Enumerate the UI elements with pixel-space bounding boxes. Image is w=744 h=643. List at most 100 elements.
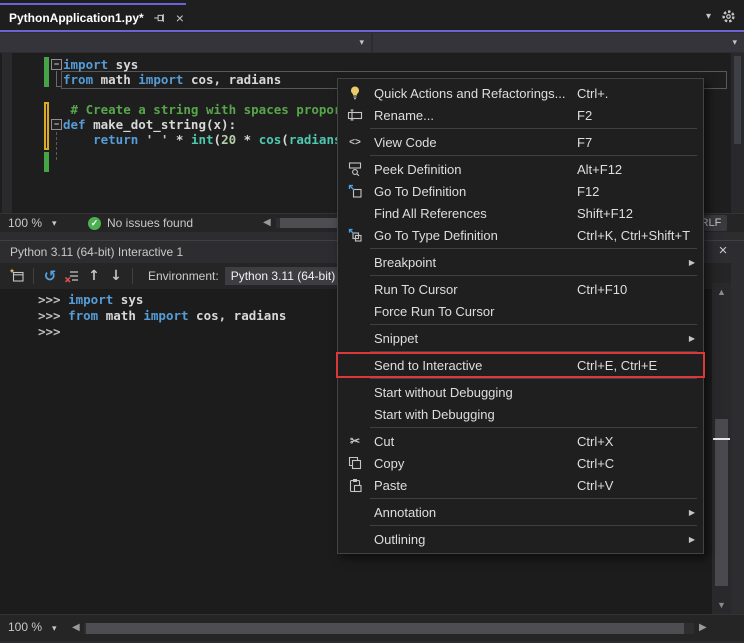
repl-horizontal-scrollbar[interactable] bbox=[84, 623, 694, 634]
menu-item-label: Copy bbox=[368, 456, 577, 471]
menu-item-rename[interactable]: Rename...F2 bbox=[338, 104, 703, 126]
indent-guide bbox=[56, 132, 57, 160]
reset-repl-icon[interactable]: ↺ bbox=[39, 266, 61, 286]
menu-item-copy[interactable]: CopyCtrl+C bbox=[338, 452, 703, 474]
chevron-down-icon: ▾ bbox=[359, 37, 364, 48]
scroll-right-icon[interactable]: ▶ bbox=[699, 622, 707, 633]
menu-item-label: Quick Actions and Refactorings... bbox=[368, 86, 577, 101]
menu-item-shortcut: Ctrl+K, Ctrl+Shift+T bbox=[577, 228, 697, 243]
window-list-chevron-icon[interactable]: ▾ bbox=[706, 11, 711, 22]
zoom-chevron-icon[interactable]: ▾ bbox=[52, 218, 57, 229]
history-previous-icon[interactable]: ↑ bbox=[83, 266, 105, 286]
submenu-arrow-icon: ▶ bbox=[689, 535, 695, 544]
editor-zoom-level[interactable]: 100 % bbox=[8, 216, 42, 230]
scroll-up-icon[interactable]: ▲ bbox=[712, 287, 731, 297]
menu-item-quick-actions-and-refactorings[interactable]: Quick Actions and Refactorings...Ctrl+. bbox=[338, 82, 703, 104]
menu-item-go-to-type-definition[interactable]: Go To Type DefinitionCtrl+K, Ctrl+Shift+… bbox=[338, 224, 703, 246]
menu-item-label: Start with Debugging bbox=[368, 407, 577, 422]
peek-definition-icon bbox=[342, 158, 368, 180]
menu-separator bbox=[370, 275, 697, 276]
gear-icon[interactable] bbox=[721, 9, 736, 24]
nav-member-dropdown[interactable]: ▾ bbox=[373, 33, 744, 52]
menu-item-annotation[interactable]: Annotation ▶ bbox=[338, 501, 703, 523]
menu-item-label: Send to Interactive bbox=[368, 358, 577, 373]
zoom-chevron-icon[interactable]: ▾ bbox=[52, 623, 57, 634]
new-interactive-window-icon[interactable] bbox=[6, 266, 28, 286]
scrollbar-thumb[interactable] bbox=[734, 56, 741, 144]
repl-prompt: >>> bbox=[38, 292, 68, 307]
menu-item-label: View Code bbox=[368, 135, 577, 150]
tab-pythonapplication1[interactable]: PythonApplication1.py* × bbox=[0, 3, 186, 30]
menu-separator bbox=[370, 128, 697, 129]
change-bar-saved bbox=[44, 152, 49, 172]
repl-vertical-scrollbar[interactable]: ▲ ▼ bbox=[712, 283, 731, 614]
menu-icon-placeholder bbox=[342, 381, 368, 403]
menu-item-go-to-definition[interactable]: Go To DefinitionF12 bbox=[338, 180, 703, 202]
scroll-left-icon[interactable]: ◀ bbox=[263, 217, 271, 228]
submenu-arrow-icon: ▶ bbox=[689, 258, 695, 267]
menu-item-cut[interactable]: ✂CutCtrl+X bbox=[338, 430, 703, 452]
menu-separator bbox=[370, 525, 697, 526]
menu-item-paste[interactable]: PasteCtrl+V bbox=[338, 474, 703, 496]
menu-icon-placeholder bbox=[342, 327, 368, 349]
menu-item-snippet[interactable]: Snippet▶ bbox=[338, 327, 703, 349]
menu-item-shortcut: Ctrl+F10 bbox=[577, 282, 697, 297]
scroll-left-icon[interactable]: ◀ bbox=[72, 622, 80, 633]
menu-item-shortcut: Ctrl+C bbox=[577, 456, 697, 471]
fold-collapse-icon[interactable]: − bbox=[51, 119, 62, 130]
menu-item-label: Outlining bbox=[368, 532, 577, 547]
editor-vertical-scrollbar[interactable] bbox=[731, 53, 744, 213]
menu-item-label: Force Run To Cursor bbox=[368, 304, 577, 319]
menu-item-breakpoint[interactable]: Breakpoint▶ bbox=[338, 251, 703, 273]
breakpoint-margin[interactable] bbox=[2, 53, 12, 213]
menu-item-label: Start without Debugging bbox=[368, 385, 577, 400]
context-menu-items: Quick Actions and Refactorings...Ctrl+.R… bbox=[337, 78, 704, 554]
menu-item-start-without-debugging[interactable]: Start without Debugging bbox=[338, 381, 703, 403]
menu-item-shortcut: Alt+F12 bbox=[577, 162, 697, 177]
menu-item-outlining[interactable]: Outlining ▶ bbox=[338, 528, 703, 550]
submenu-arrow-icon: ▶ bbox=[689, 334, 695, 343]
tab-close-icon[interactable]: × bbox=[174, 10, 186, 26]
clear-screen-icon[interactable] bbox=[61, 266, 83, 286]
pane-close-icon[interactable]: × bbox=[714, 242, 732, 259]
menu-item-label: Paste bbox=[368, 478, 577, 493]
menu-separator bbox=[370, 248, 697, 249]
health-check-icon: ✓ bbox=[88, 217, 101, 230]
menu-item-start-with-debugging[interactable]: Start with Debugging bbox=[338, 403, 703, 425]
menu-item-send-to-interactive[interactable]: Send to InteractiveCtrl+E, Ctrl+E bbox=[338, 354, 703, 376]
submenu-arrow-icon: ▶ bbox=[689, 508, 695, 517]
tab-strip: PythonApplication1.py* × ▾ bbox=[0, 0, 744, 30]
menu-item-force-run-to-cursor[interactable]: Force Run To Cursor bbox=[338, 300, 703, 322]
toolbar-separator bbox=[132, 268, 133, 284]
menu-separator bbox=[370, 427, 697, 428]
menu-item-shortcut: Ctrl+V bbox=[577, 478, 697, 493]
go-to-type-definition-icon bbox=[342, 224, 368, 246]
history-next-icon[interactable]: ↓ bbox=[105, 266, 127, 286]
pin-icon[interactable] bbox=[152, 10, 166, 26]
fold-collapse-icon[interactable]: − bbox=[51, 59, 62, 70]
menu-item-label: Find All References bbox=[368, 206, 577, 221]
scroll-down-icon[interactable]: ▼ bbox=[712, 600, 731, 610]
go-to-definition-icon bbox=[342, 180, 368, 202]
navigation-bar: ▾ ▾ bbox=[0, 32, 744, 53]
menu-item-shortcut: Shift+F12 bbox=[577, 206, 697, 221]
vs-window: PythonApplication1.py* × ▾ ▾ ▾ − − bbox=[0, 0, 744, 643]
nav-project-dropdown[interactable]: ▾ bbox=[0, 33, 371, 52]
menu-separator bbox=[370, 155, 697, 156]
environment-label: Environment: bbox=[148, 269, 219, 283]
menu-item-run-to-cursor[interactable]: Run To CursorCtrl+F10 bbox=[338, 278, 703, 300]
menu-icon-placeholder bbox=[342, 202, 368, 224]
scrollbar-thumb[interactable] bbox=[715, 419, 728, 586]
scrollbar-thumb[interactable] bbox=[86, 623, 684, 634]
menu-item-label: Annotation bbox=[368, 505, 577, 520]
repl-status-bar: 100 % ▾ ◀ ▶ bbox=[0, 614, 744, 641]
menu-item-view-code[interactable]: <>View CodeF7 bbox=[338, 131, 703, 153]
menu-item-peek-definition[interactable]: Peek DefinitionAlt+F12 bbox=[338, 158, 703, 180]
copy-icon bbox=[342, 452, 368, 474]
menu-item-find-all-references[interactable]: Find All ReferencesShift+F12 bbox=[338, 202, 703, 224]
menu-icon-placeholder bbox=[342, 528, 368, 550]
view-code-icon: <> bbox=[342, 131, 368, 153]
repl-zoom-level[interactable]: 100 % bbox=[8, 620, 42, 634]
health-status-label[interactable]: No issues found bbox=[107, 216, 193, 230]
paste-icon bbox=[342, 474, 368, 496]
